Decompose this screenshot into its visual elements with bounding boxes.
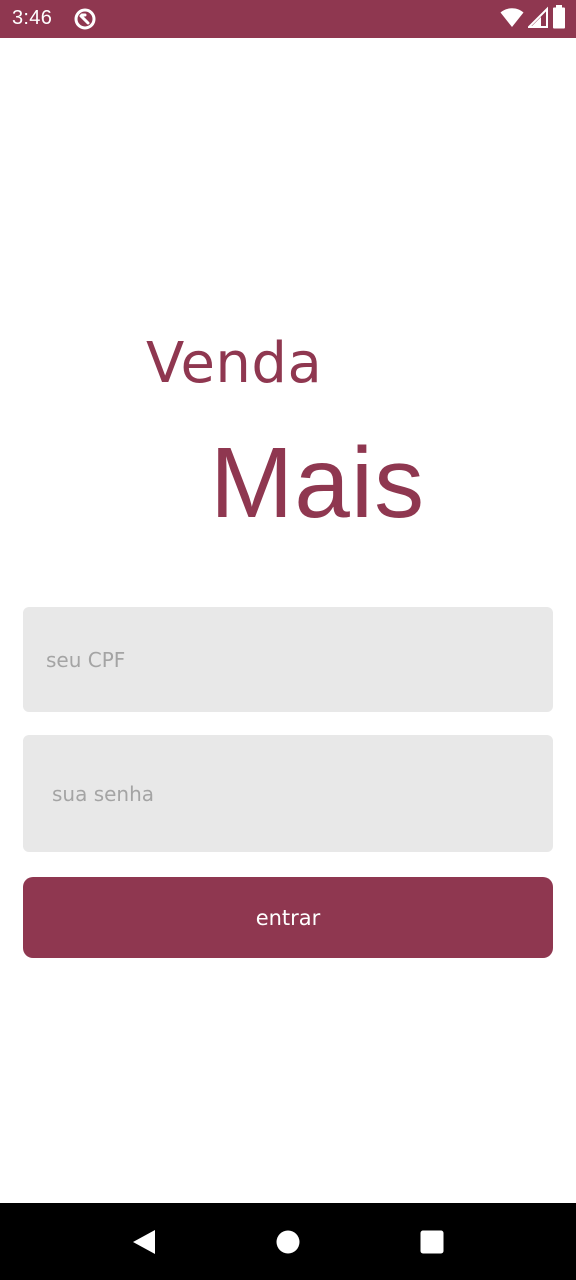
back-button[interactable] [96,1203,192,1280]
wifi-icon [500,6,524,32]
logo-title-mais: Mais [210,427,426,539]
recent-apps-button[interactable] [384,1203,480,1280]
recent-apps-icon [420,1230,444,1253]
navigation-bar [0,1203,576,1280]
cpf-field[interactable] [23,607,553,712]
battery-icon [552,5,566,33]
status-time: 3:46 [12,7,53,29]
status-bar: 3:46 [0,0,576,38]
cpf-input[interactable] [23,607,553,712]
back-icon [133,1229,155,1254]
app-notification-icon [73,7,97,31]
status-icons [500,5,566,33]
password-input[interactable] [23,735,553,852]
cell-signal-icon [526,6,548,32]
home-icon [276,1230,300,1253]
login-button[interactable]: entrar [23,877,553,958]
password-field[interactable] [23,735,553,852]
home-button[interactable] [240,1203,336,1280]
logo-title-venda: Venda [146,331,323,396]
